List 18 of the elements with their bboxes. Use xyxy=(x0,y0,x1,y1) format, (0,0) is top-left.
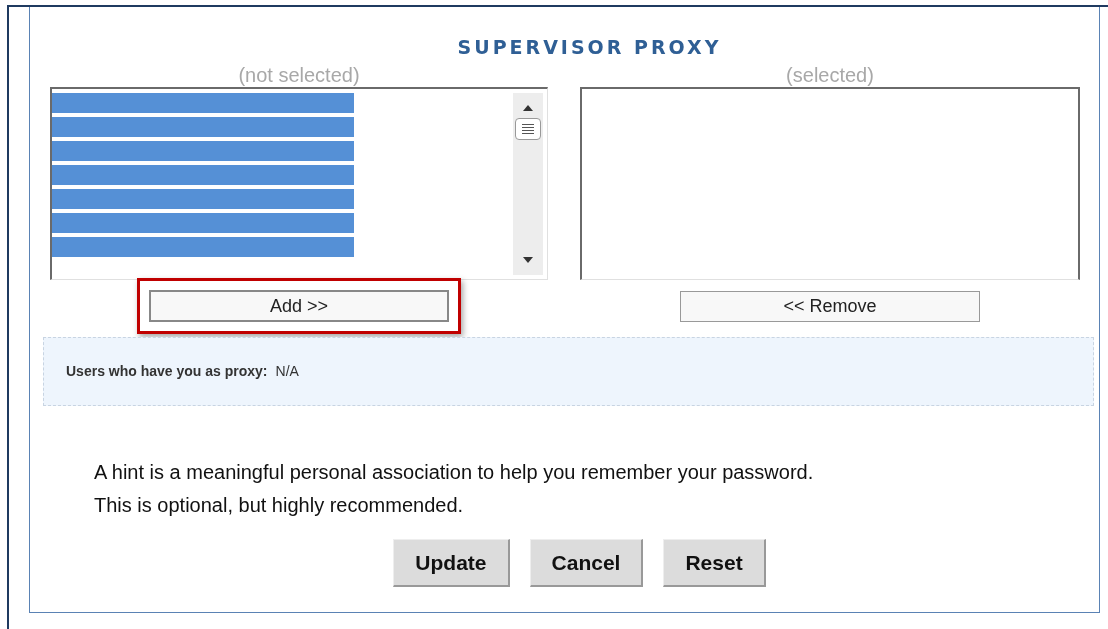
scroll-down-icon[interactable] xyxy=(523,257,533,263)
hint-text: A hint is a meaningful personal association to help you remember your password. xyxy=(94,460,815,485)
form-button[interactable]: Cancel xyxy=(529,539,644,587)
available-listbox[interactable] xyxy=(50,87,548,280)
form-button[interactable]: Reset xyxy=(663,539,766,587)
form-button[interactable]: Update xyxy=(393,539,510,587)
section-title: SUPERVISOR PROXY xyxy=(457,35,722,59)
list-caption: (selected) xyxy=(786,63,874,87)
scroll-up-icon[interactable] xyxy=(523,105,533,111)
scroll-thumb[interactable] xyxy=(515,118,541,140)
selected-listbox[interactable] xyxy=(580,87,1080,280)
scrollbar[interactable] xyxy=(513,93,543,275)
proxy-label: Users who have you as proxy: xyxy=(66,362,268,381)
hint-text: This is optional, but highly recommended. xyxy=(94,493,465,518)
proxy-value: N/A xyxy=(275,362,299,381)
remove-button[interactable]: << Remove xyxy=(680,291,980,322)
list-caption: (not selected) xyxy=(238,63,360,87)
add-button[interactable]: Add >> xyxy=(149,290,449,322)
